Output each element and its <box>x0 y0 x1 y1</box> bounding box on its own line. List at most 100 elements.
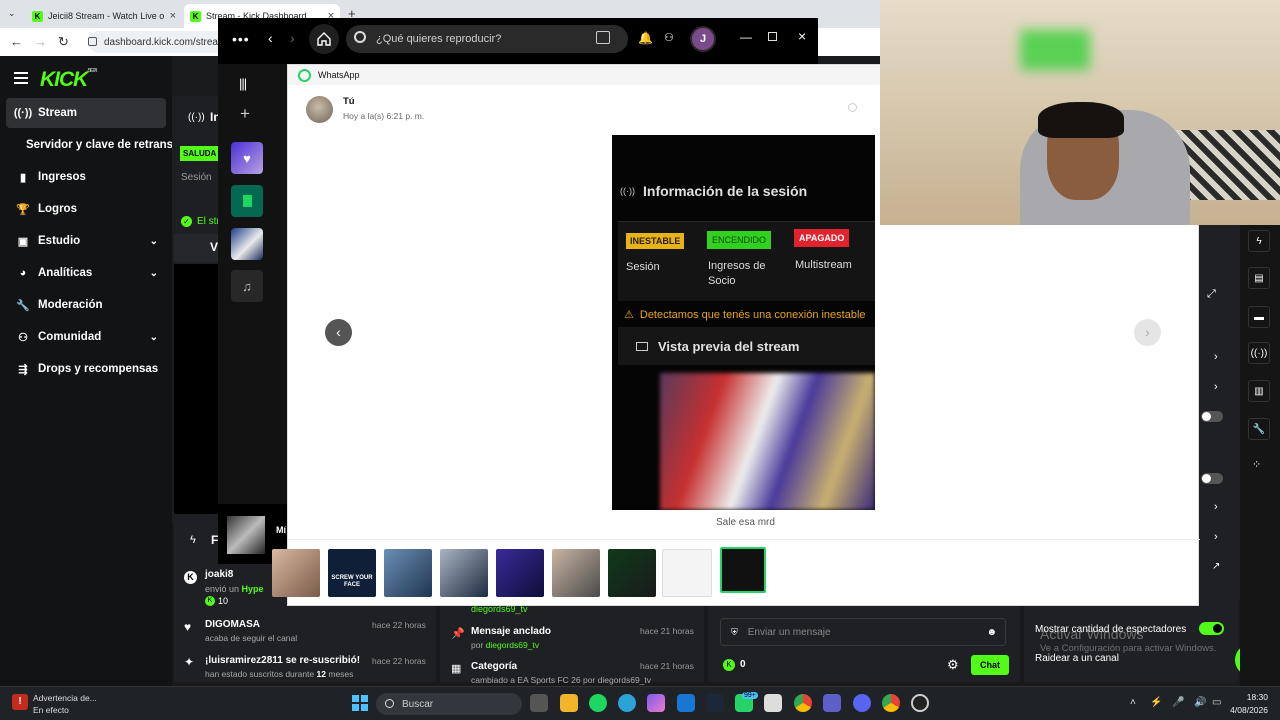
viewers-toggle[interactable] <box>1199 622 1224 635</box>
sidebar-item-moderacion[interactable]: 🔧 Moderación <box>6 290 166 320</box>
chrome-profile-icon[interactable] <box>882 694 900 712</box>
bell-icon[interactable]: 🔔 <box>638 31 653 45</box>
preview-title: V <box>210 240 219 254</box>
back-chevron-icon[interactable]: ‹ <box>268 30 273 46</box>
forward-arrow-icon[interactable]: → <box>34 34 47 49</box>
author-link[interactable]: diegords69_tv <box>486 640 539 650</box>
start-button[interactable] <box>352 695 368 711</box>
spotify-search-input[interactable]: ¿Qué quieres reproducir? <box>346 25 628 53</box>
chevron-right-icon[interactable]: › <box>1214 501 1218 513</box>
mail-icon[interactable] <box>677 694 695 712</box>
sidebar-item-ingresos[interactable]: ▮ Ingresos <box>6 162 166 192</box>
maximize-window-icon[interactable] <box>768 32 777 41</box>
sidebar-item-estudio[interactable]: ▣ Estudio ⌄ <box>6 226 166 256</box>
forward-chevron-icon[interactable]: › <box>290 30 295 46</box>
sidebar-item-analiticas[interactable]: ◕ Analíticas ⌄ <box>6 258 166 288</box>
tray-network-icon[interactable]: ⚡ <box>1150 697 1162 708</box>
chevron-right-icon[interactable]: › <box>1214 381 1218 393</box>
chat-send-button[interactable]: Chat <box>971 655 1009 675</box>
note-icon[interactable]: ▤ <box>1248 267 1270 289</box>
library-icon[interactable]: ||| <box>239 76 247 91</box>
lightning-icon[interactable]: ϟ <box>1248 230 1270 252</box>
hamburger-menu-icon[interactable] <box>14 72 28 87</box>
layout-icon[interactable]: ▥ <box>1248 380 1270 402</box>
tray-mic-icon[interactable]: 🎤 <box>1172 697 1184 708</box>
sidebar-item-stream[interactable]: ((·)) Stream <box>6 98 166 128</box>
now-playing-cover[interactable] <box>227 516 265 554</box>
friends-icon[interactable]: ⚇ <box>664 31 674 44</box>
discord-icon[interactable] <box>853 694 871 712</box>
file-explorer-icon[interactable] <box>560 694 578 712</box>
media-thumbnail[interactable] <box>608 549 656 597</box>
activity-user[interactable]: ¡luisramirez2811 se re-suscribió! <box>205 655 360 666</box>
tray-volume-icon[interactable]: 🔊 <box>1194 697 1206 708</box>
more-options-icon[interactable]: ••• <box>232 31 250 47</box>
media-thumbnail[interactable] <box>440 549 488 597</box>
teams-icon[interactable] <box>823 694 841 712</box>
obs-icon[interactable] <box>911 694 929 712</box>
liked-songs-tile[interactable]: ♥ <box>231 142 263 174</box>
kick-logo[interactable]: KICKBETA <box>40 68 98 92</box>
warning-notification-icon[interactable]: ! <box>12 694 28 710</box>
activity-user[interactable]: joaki8 <box>205 569 233 580</box>
minimize-window-icon[interactable]: — <box>740 30 752 44</box>
media-thumbnail[interactable] <box>552 549 600 597</box>
chat-input[interactable]: ⛨ Enviar un mensaje ☻ <box>720 618 1006 646</box>
media-thumbnail[interactable]: SCREW YOUR FACE <box>328 549 376 597</box>
previous-media-button[interactable]: ‹ <box>325 319 352 346</box>
sidebar-item-stream-key[interactable]: Servidor y clave de retransn <box>6 130 172 160</box>
gear-icon[interactable]: ⚙ <box>947 657 959 673</box>
external-link-icon[interactable]: ↗ <box>1212 561 1220 572</box>
zoom-icon[interactable] <box>848 103 857 112</box>
tab-list-chevron-icon[interactable]: ⌄ <box>8 8 16 19</box>
photo-header: ((·)) Información de la sesión <box>620 183 807 199</box>
close-tab-icon[interactable]: × <box>170 10 176 22</box>
chat-bubble-icon[interactable]: ▬ <box>1248 306 1270 328</box>
toggle-off[interactable] <box>1201 473 1223 484</box>
task-view-icon[interactable] <box>530 694 548 712</box>
activity-user[interactable]: DIGOMASA <box>205 619 260 630</box>
site-info-icon[interactable] <box>88 37 97 46</box>
media-thumbnail[interactable] <box>496 549 544 597</box>
local-files-tile[interactable]: ♫ <box>231 270 263 302</box>
media-thumbnail[interactable] <box>272 549 320 597</box>
spotify-taskbar-icon[interactable] <box>589 694 607 712</box>
raid-channel-link[interactable]: Raidear a un canal <box>1035 653 1119 664</box>
expand-icon[interactable]: ⤢ <box>1207 288 1216 301</box>
chrome-icon[interactable] <box>794 694 812 712</box>
wrench-icon[interactable]: 🔧 <box>1248 418 1270 440</box>
reload-icon[interactable]: ↻ <box>58 34 69 50</box>
copilot-icon[interactable] <box>647 694 665 712</box>
broadcast-icon[interactable]: ((·)) <box>1248 342 1270 364</box>
emoji-icon[interactable]: ☻ <box>986 627 997 638</box>
media-thumbnail-selected[interactable] <box>720 547 766 593</box>
toggle-off[interactable] <box>1201 411 1223 422</box>
clock-time[interactable]: 18:30 <box>1240 692 1268 702</box>
dots-icon[interactable]: ⁘ <box>1252 458 1261 471</box>
tray-battery-icon[interactable]: ▭ <box>1212 697 1221 708</box>
sidebar-item-comunidad[interactable]: ⚇ Comunidad ⌄ <box>6 322 166 352</box>
media-thumbnail[interactable] <box>662 549 712 597</box>
add-playlist-icon[interactable]: + <box>240 104 250 124</box>
sidebar-item-drops[interactable]: ⇶ Drops y recompensas <box>6 354 166 384</box>
clock-date[interactable]: 4/08/2026 <box>1224 705 1268 715</box>
steam-icon[interactable] <box>706 694 724 712</box>
back-arrow-icon[interactable]: ← <box>10 34 23 49</box>
user-avatar[interactable]: J <box>690 26 716 52</box>
sidebar-item-logros[interactable]: 🏆 Logros <box>6 194 166 224</box>
chevron-right-icon[interactable]: › <box>1214 351 1218 363</box>
playlist-cover[interactable] <box>231 228 263 260</box>
media-thumbnail[interactable] <box>384 549 432 597</box>
store-icon[interactable] <box>764 694 782 712</box>
edge-icon[interactable] <box>618 694 636 712</box>
home-button[interactable] <box>309 24 339 54</box>
saved-episodes-tile[interactable] <box>231 185 263 217</box>
taskbar-search[interactable]: Buscar <box>376 693 522 715</box>
close-window-icon[interactable]: × <box>798 28 806 44</box>
sender-avatar[interactable] <box>306 96 333 123</box>
browse-icon[interactable] <box>596 31 610 44</box>
next-media-button[interactable]: › <box>1134 319 1161 346</box>
tab-jeicii8-stream[interactable]: K Jeicii8 Stream - Watch Live on × <box>26 4 182 28</box>
tray-chevron-icon[interactable]: ˄ <box>1130 697 1136 708</box>
chevron-right-icon[interactable]: › <box>1214 531 1218 543</box>
